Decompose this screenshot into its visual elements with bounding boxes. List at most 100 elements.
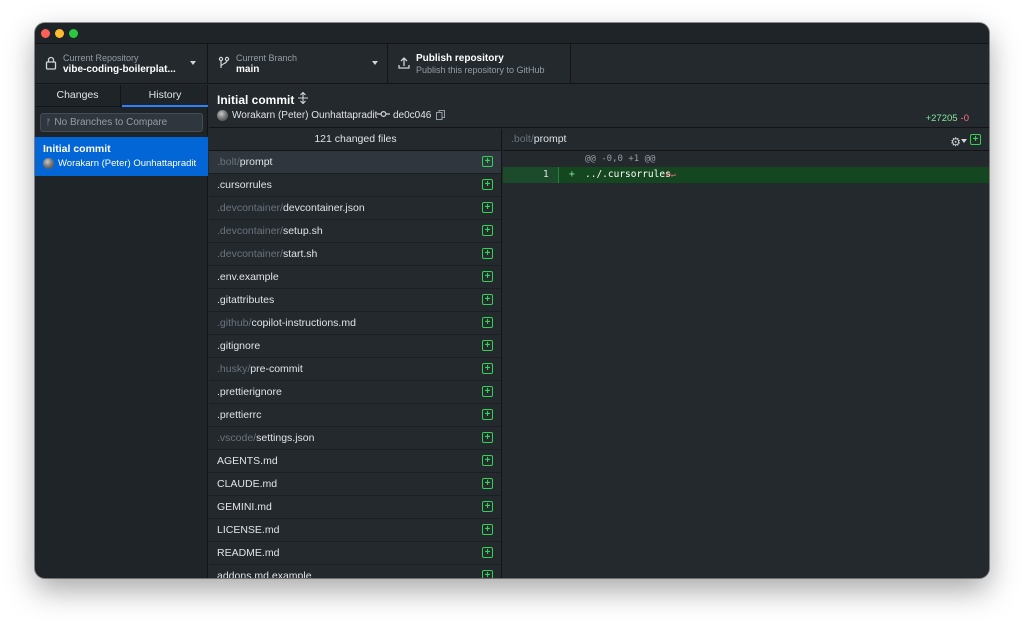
diff-panel: .bolt/prompt ⚙ + @@ -0,0 +1 @@ 1 + ../.c… [503,129,989,578]
file-row[interactable]: AGENTS.md + [209,450,501,473]
file-dir: .bolt/ [217,156,240,168]
diff-added-line[interactable]: 1 + ../.cursorrules ⊘↵ [503,167,989,183]
commit-list-item[interactable]: Initial commit Worakarn (Peter) Ounhatta… [35,137,208,176]
gear-icon[interactable]: ⚙ [950,132,961,153]
publish-title: Publish repository [416,53,504,64]
file-name: prompt [239,156,273,168]
publish-repository-button[interactable]: Publish repository Publish this reposito… [388,44,571,84]
added-status-icon: + [970,134,981,145]
commit-details: Initial commit Worakarn (Peter) Ounhatta… [209,85,989,578]
current-branch-button[interactable]: Current Branch main [208,44,388,84]
avatar [217,110,228,121]
added-status-icon: + [482,317,493,328]
added-status-icon: + [482,432,493,443]
sidebar: Changes History ᚠ No Branches to Compare … [35,85,208,578]
file-row[interactable]: .prettierrc + [209,404,501,427]
file-name: LICENSE.md [217,524,280,536]
file-row[interactable]: README.md + [209,542,501,565]
file-row[interactable]: addons.md.example + [209,565,501,578]
commit-icon [377,109,390,122]
file-dir: .github/ [217,317,252,329]
expand-icon[interactable] [297,91,309,107]
file-row[interactable]: .vscode/settings.json + [209,427,501,450]
tab-changes[interactable]: Changes [35,85,121,107]
file-row[interactable]: .devcontainer/setup.sh + [209,220,501,243]
avatar [43,158,54,169]
file-row[interactable]: .github/copilot-instructions.md + [209,312,501,335]
repository-label: Current Repository [63,53,139,63]
tab-history[interactable]: History [122,85,208,107]
branch-compare-input[interactable]: ᚠ No Branches to Compare [40,113,203,132]
line-prefix: + [569,169,575,180]
commit-list-author: Worakarn (Peter) Ounhattapradit [58,158,197,169]
title-bar [35,23,989,44]
commit-list-author-row: Worakarn (Peter) Ounhattapradit [43,158,203,170]
lock-icon [44,56,58,72]
zoom-window-button[interactable] [69,29,78,38]
copy-icon[interactable] [436,110,445,122]
file-name: addons.md.example [217,570,312,578]
file-row[interactable]: .bolt/prompt + [209,151,501,174]
added-status-icon: + [482,179,493,190]
changed-files-panel: 121 changed files .bolt/prompt + .cursorru… [209,129,502,578]
file-name: .gitignore [217,340,261,352]
file-dir: .devcontainer/ [217,202,283,214]
added-status-icon: + [482,409,493,420]
file-row[interactable]: .cursorrules + [209,174,501,197]
commit-line-stats: +27205 -0 [926,113,969,124]
active-tab-indicator [122,105,208,107]
file-row[interactable]: .devcontainer/devcontainer.json + [209,197,501,220]
close-window-button[interactable] [41,29,50,38]
file-name: CLAUDE.md [217,478,278,490]
diff-file-dir: .bolt/ [511,133,534,145]
diff-file-name: prompt [533,133,567,145]
added-status-icon: + [482,570,493,578]
file-name: .prettierrc [217,409,262,421]
file-name: README.md [217,547,280,559]
file-row[interactable]: GEMINI.md + [209,496,501,519]
file-row[interactable]: .gitattributes + [209,289,501,312]
file-name: pre-commit [250,363,303,375]
file-row[interactable]: .devcontainer/start.sh + [209,243,501,266]
current-repository-button[interactable]: Current Repository vibe-coding-boilerpla… [35,44,208,84]
publish-description: Publish this repository to GitHub [416,65,545,75]
added-status-icon: + [482,547,493,558]
branch-label: Current Branch [236,53,298,63]
added-status-icon: + [482,271,493,282]
file-name: .prettierignore [217,386,282,398]
commit-title: Initial commit [217,93,295,107]
changed-files-count: 121 changed files [209,129,501,151]
file-name: start.sh [282,248,318,260]
file-row[interactable]: .prettierignore + [209,381,501,404]
toolbar: Current Repository vibe-coding-boilerpla… [35,44,989,84]
file-name: .env.example [217,271,279,283]
file-name: devcontainer.json [282,202,365,214]
branch-icon: ᚠ [46,117,52,127]
commit-list-title: Initial commit [43,143,111,155]
minimize-window-button[interactable] [55,29,64,38]
added-status-icon: + [482,524,493,535]
file-name: .gitattributes [217,294,275,306]
changed-files-list: .bolt/prompt + .cursorrules + .devcontainer/… [209,151,501,578]
file-name: .cursorrules [217,179,272,191]
file-dir: .vscode/ [217,432,257,444]
commit-sha: de0c046 [393,110,432,121]
commit-header: Initial commit Worakarn (Peter) Ounhatta… [209,85,989,128]
file-row[interactable]: .gitignore + [209,335,501,358]
line-code: ../.cursorrules [585,169,671,180]
added-status-icon: + [482,386,493,397]
commit-meta: Worakarn (Peter) Ounhattapradit de0c046 [217,110,717,122]
chevron-down-icon [190,61,196,65]
diff-file-path: .bolt/prompt ⚙ + [503,129,989,151]
additions-count: +27205 [925,113,958,124]
file-row[interactable]: .env.example + [209,266,501,289]
file-dir: .devcontainer/ [217,248,283,260]
deletions-count: -0 [960,113,969,124]
chevron-down-icon[interactable] [961,139,967,143]
file-dir: .husky/ [217,363,251,375]
file-row[interactable]: LICENSE.md + [209,519,501,542]
file-name: settings.json [256,432,315,444]
file-row[interactable]: .husky/pre-commit + [209,358,501,381]
added-status-icon: + [482,248,493,259]
file-row[interactable]: CLAUDE.md + [209,473,501,496]
